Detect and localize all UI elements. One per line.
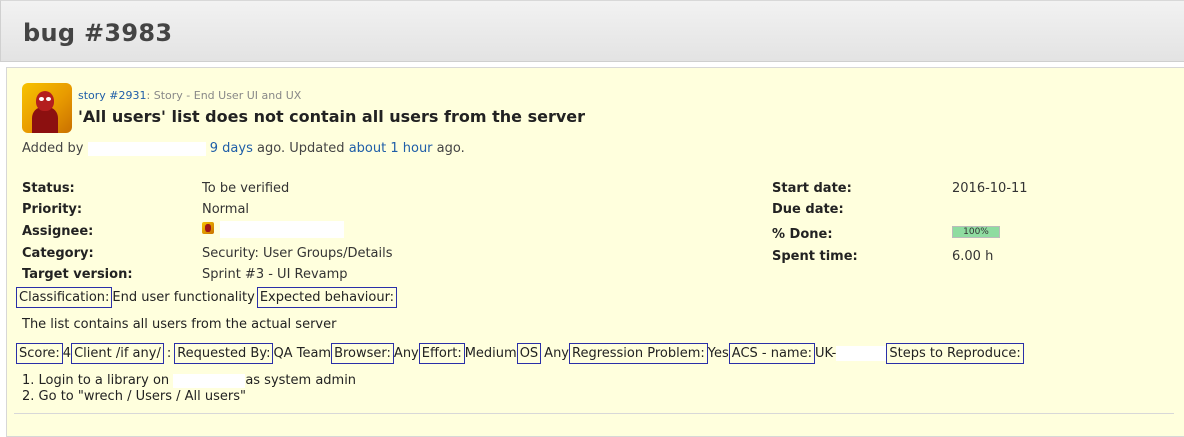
expected-behaviour-label: Expected behaviour: <box>256 287 398 308</box>
parent-issue: story #2931: Story - End User UI and UX <box>78 89 301 102</box>
issue-subject: 'All users' list does not contain all us… <box>78 107 585 126</box>
os-label: OS <box>516 343 542 364</box>
browser-label: Browser: <box>331 343 394 364</box>
score-value: 4 <box>62 346 72 361</box>
spent-time-link[interactable]: 6.00 h <box>952 249 993 264</box>
step-2: 2. Go to "wrech / Users / All users" <box>22 389 246 404</box>
updated-label: ago. Updated <box>257 141 345 156</box>
category-label: Category: <box>22 246 94 261</box>
spent-time-label: Spent time: <box>772 249 858 264</box>
author-suffix: ago. <box>436 141 465 156</box>
author-name-redacted <box>87 141 206 156</box>
start-date-value: 2016-10-11 <box>952 181 1028 196</box>
author-line: Added by 9 days ago. Updated about 1 hou… <box>22 141 465 156</box>
steps-to-reproduce-label: Steps to Reproduce: <box>886 343 1024 364</box>
status-value: To be verified <box>202 181 290 196</box>
page-title: bug #3983 <box>23 19 173 47</box>
acs-name-label: ACS - name: <box>728 343 815 364</box>
assignee-value <box>202 221 345 238</box>
step-1: 1. Login to a library on as system admin <box>22 373 356 388</box>
expected-behaviour-text: The list contains all users from the act… <box>22 317 337 332</box>
priority-value: Normal <box>202 202 250 217</box>
os-value: Any <box>544 346 569 361</box>
acs-name-value: UK- <box>814 346 837 361</box>
client-label: Client /if any/ <box>71 343 164 364</box>
done-ratio-fill: 100% <box>953 227 999 237</box>
page-header: bug #3983 <box>0 0 1184 62</box>
category-value: Security: User Groups/Details <box>202 246 393 261</box>
client-sep: : <box>166 346 172 361</box>
assignee-name-redacted <box>220 221 345 238</box>
target-version-link[interactable]: Sprint #3 - UI Revamp <box>202 267 348 282</box>
created-ago-link[interactable]: 9 days <box>210 141 253 156</box>
target-version-label: Target version: <box>22 267 133 282</box>
added-by-label: Added by <box>22 141 84 156</box>
description-line-3: Score: 4 Client /if any/: Requested By: QA T… <box>16 343 1024 364</box>
requested-by-value: QA Team <box>273 346 332 361</box>
start-date-label: Start date: <box>772 181 852 196</box>
done-ratio-label: % Done: <box>772 227 833 242</box>
parent-issue-desc: Story - End User UI and UX <box>153 89 302 102</box>
author-avatar <box>22 83 72 133</box>
browser-value: Any <box>393 346 419 361</box>
score-label: Score: <box>16 343 63 364</box>
updated-ago-link[interactable]: about 1 hour <box>349 141 433 156</box>
classification-value: End user functionality <box>112 290 255 305</box>
parent-issue-link[interactable]: story #2931 <box>78 89 147 102</box>
step-1-pre: 1. Login to a library on <box>22 373 170 388</box>
effort-label: Effort: <box>418 343 465 364</box>
requested-by-label: Requested By: <box>174 343 274 364</box>
acs-name-redacted <box>836 346 887 361</box>
due-date-label: Due date: <box>772 202 844 217</box>
description-line-1: Classification: End user functionality Exp… <box>16 287 398 308</box>
description-divider <box>14 413 1174 414</box>
parent-issue-sep: : <box>146 89 154 102</box>
status-label: Status: <box>22 181 75 196</box>
effort-value: Medium <box>464 346 517 361</box>
assignee-avatar <box>202 222 214 234</box>
priority-label: Priority: <box>22 202 83 217</box>
regression-value: Yes <box>707 346 729 361</box>
done-ratio-progress-bar: 100% <box>952 226 1000 238</box>
regression-label: Regression Problem: <box>569 343 708 364</box>
classification-label: Classification: <box>16 287 113 308</box>
step-1-post: as system admin <box>245 373 357 388</box>
server-name-redacted <box>173 373 246 388</box>
assignee-label: Assignee: <box>22 224 94 239</box>
